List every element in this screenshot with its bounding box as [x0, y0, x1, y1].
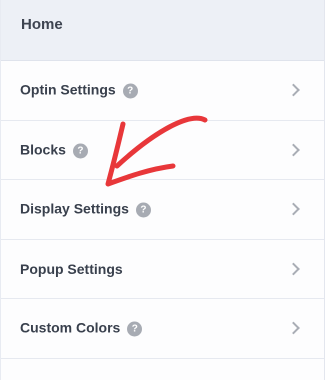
- menu-item-display-settings[interactable]: Display Settings?: [1, 180, 324, 240]
- page-title: Home: [21, 16, 63, 33]
- menu-item-blocks[interactable]: Blocks?: [1, 120, 324, 180]
- menu-item-optin-settings[interactable]: Optin Settings?: [1, 61, 324, 121]
- chevron-right-icon: [287, 83, 300, 97]
- menu-item-custom-colors[interactable]: Custom Colors?: [1, 299, 324, 359]
- menu-item-label: Blocks?: [20, 141, 88, 159]
- menu-item-label: Display Settings?: [20, 201, 151, 218]
- help-icon[interactable]: ?: [127, 321, 143, 337]
- chevron-right-icon: [287, 321, 300, 335]
- menu-item-label: Popup Settings: [20, 260, 123, 277]
- chevron-right-icon: [287, 262, 300, 276]
- help-icon[interactable]: ?: [72, 143, 88, 159]
- chevron-right-icon: [287, 202, 300, 216]
- settings-panel: Home Optin Settings? Blocks? Display Set…: [0, 0, 325, 380]
- help-icon[interactable]: ?: [122, 83, 138, 99]
- chevron-right-icon: [287, 143, 300, 157]
- menu-item-popup-settings[interactable]: Popup Settings: [1, 239, 324, 299]
- menu-item-label: Custom Colors?: [20, 320, 143, 337]
- panel-header: Home: [1, 0, 324, 61]
- menu-item-label: Optin Settings?: [20, 82, 138, 99]
- help-icon[interactable]: ?: [135, 202, 151, 218]
